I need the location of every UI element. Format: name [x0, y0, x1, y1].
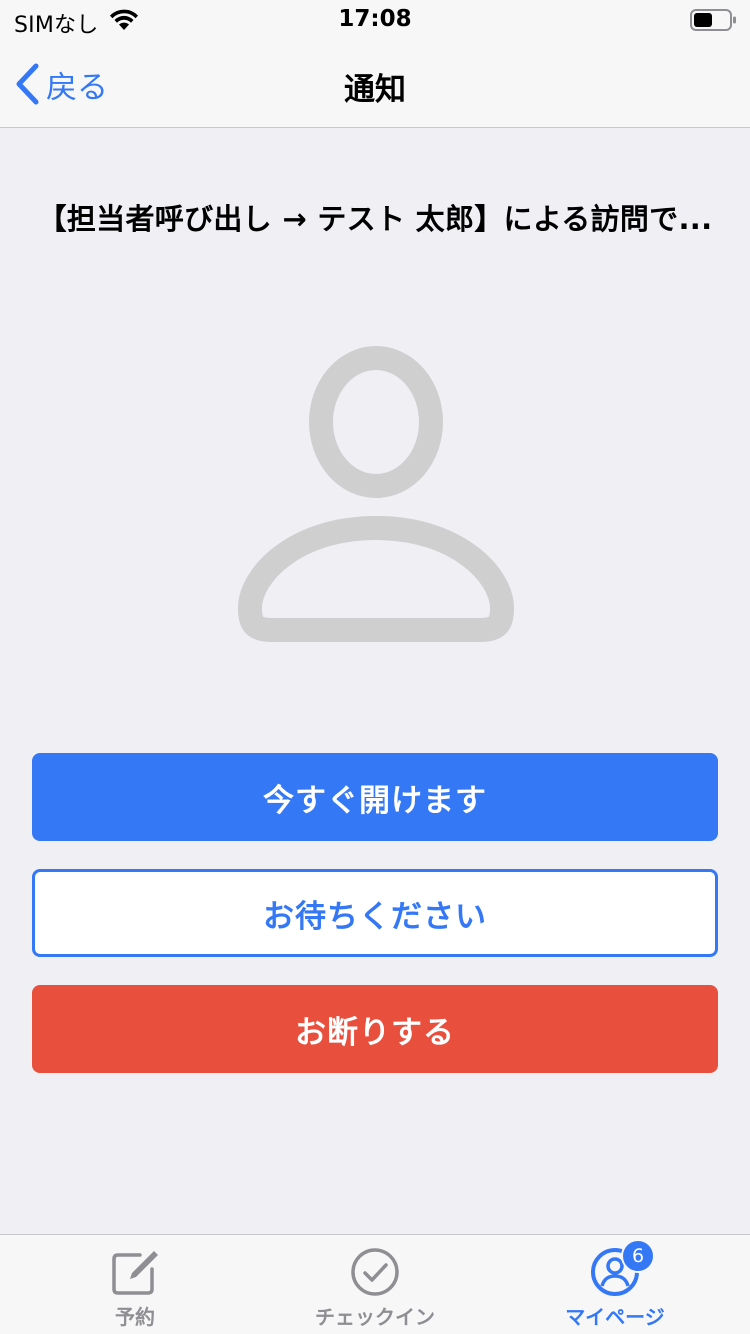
- tab-label-checkin: チェックイン: [315, 1305, 435, 1329]
- decline-button[interactable]: お断りする: [32, 985, 718, 1073]
- tab-reservation[interactable]: 予約: [10, 1235, 260, 1334]
- tab-label-reservation: 予約: [115, 1305, 155, 1329]
- battery-icon: [690, 9, 736, 31]
- page-title: 通知: [344, 72, 406, 108]
- status-time: 17:08: [338, 6, 412, 32]
- tab-mypage[interactable]: 6 マイページ: [490, 1235, 740, 1334]
- tab-checkin[interactable]: チェックイン: [250, 1235, 500, 1334]
- tab-label-mypage: マイページ: [565, 1305, 665, 1329]
- notification-screen: SIMなし 17:08 戻る 通知 【担当者呼び出し → テスト 太郎】による訪…: [0, 0, 750, 1334]
- notification-message: 【担当者呼び出し → テスト 太郎】による訪問で...: [37, 202, 713, 236]
- compose-icon: [112, 1251, 158, 1295]
- navigation-bar: 戻る 通知: [0, 40, 750, 128]
- status-bar: SIMなし 17:08: [0, 0, 750, 40]
- please-wait-button[interactable]: お待ちください: [32, 869, 718, 957]
- open-now-button[interactable]: 今すぐ開けます: [32, 753, 718, 841]
- person-placeholder-icon: [238, 346, 514, 642]
- checkmark-circle-icon: [351, 1248, 399, 1296]
- notification-badge: 6: [621, 1239, 655, 1273]
- tab-bar: 予約 チェックイン 6 マイページ: [0, 1234, 750, 1334]
